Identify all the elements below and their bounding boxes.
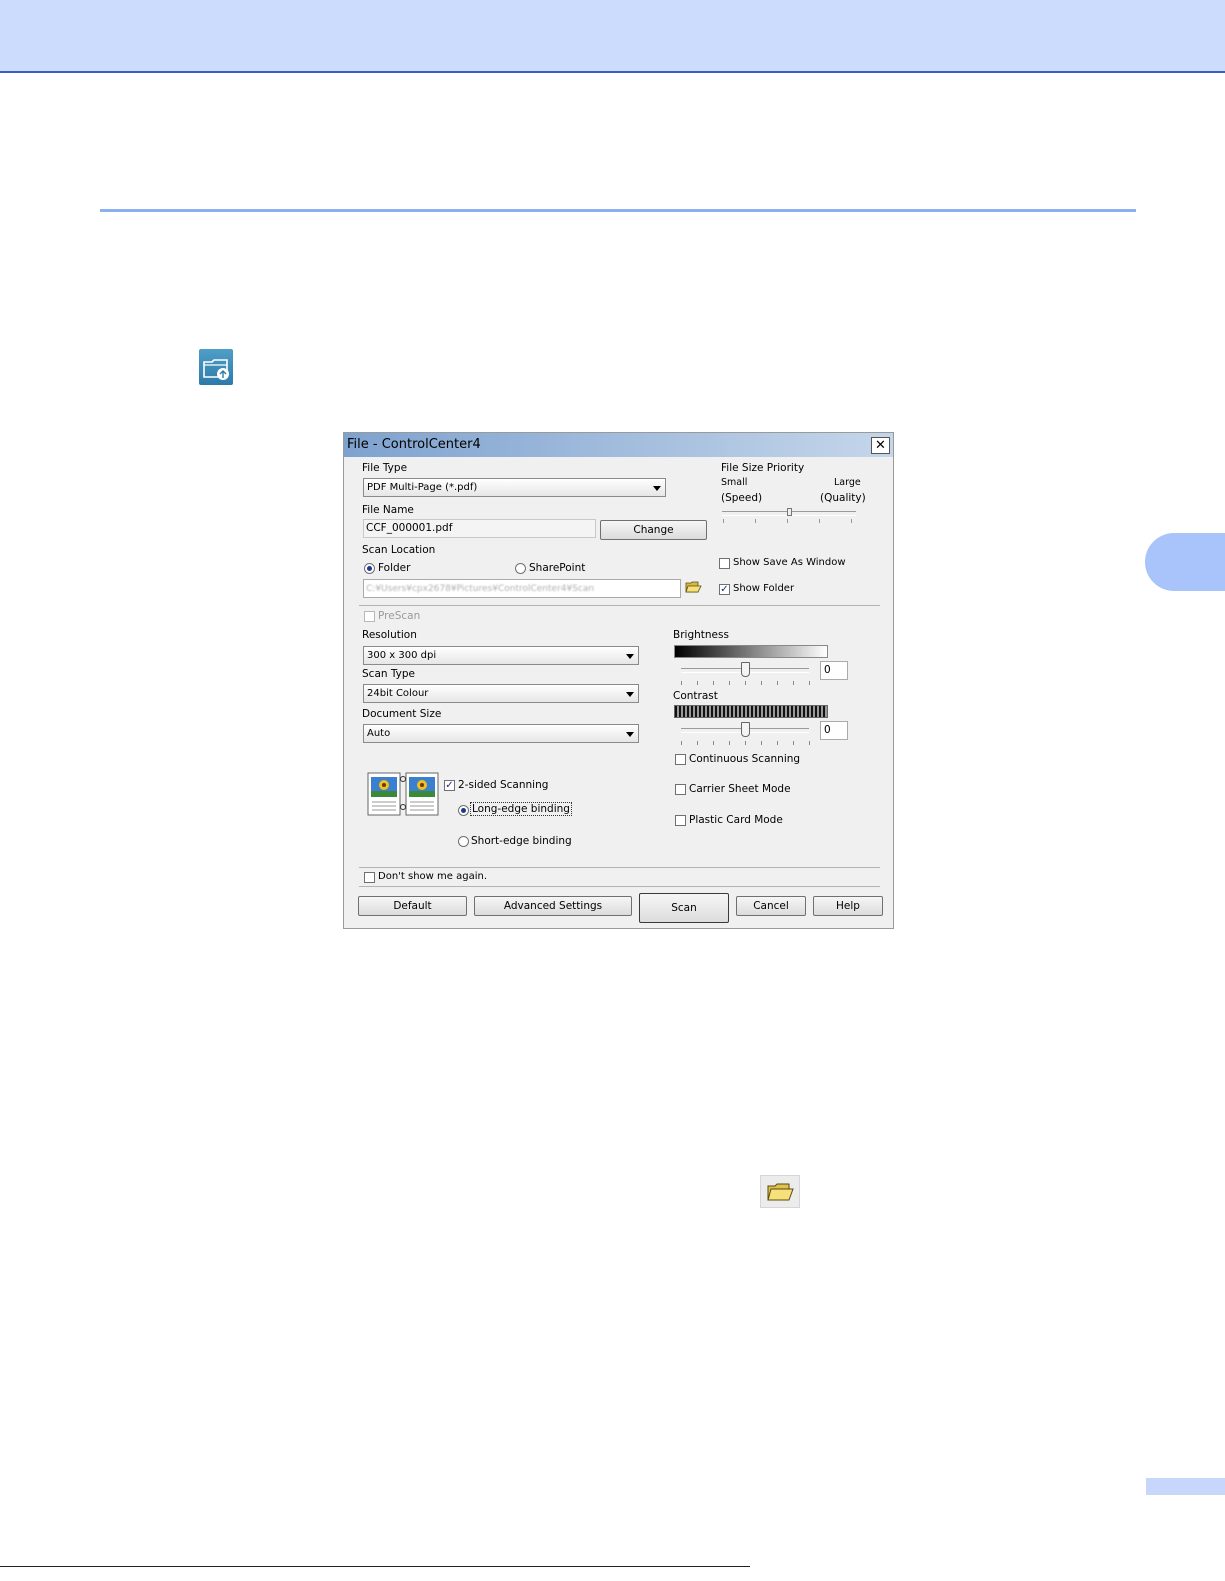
page-header-band	[0, 0, 1225, 73]
short-edge-binding-label: Short-edge binding	[471, 835, 572, 847]
brightness-value: 0	[824, 664, 831, 676]
scan-location-label: Scan Location	[362, 544, 436, 556]
change-button[interactable]: Change	[600, 520, 707, 540]
document-size-value: Auto	[367, 728, 391, 739]
section-rule	[100, 209, 1136, 212]
folder-radio[interactable]	[364, 563, 375, 574]
scan-type-label: Scan Type	[362, 668, 415, 680]
short-edge-binding-radio[interactable]	[458, 836, 469, 847]
file-controlcenter4-dialog: File - ControlCenter4 ✕ File Type PDF Mu…	[343, 432, 894, 929]
close-button[interactable]: ✕	[871, 437, 890, 454]
scan-type-select[interactable]: 24bit Colour	[363, 684, 639, 703]
file-size-slider-ticks	[723, 519, 857, 523]
two-sided-binding-illustration	[367, 771, 439, 817]
file-size-small-label: Small	[721, 477, 748, 488]
contrast-slider-thumb[interactable]	[741, 722, 750, 737]
default-button[interactable]: Default	[358, 896, 467, 916]
resolution-value: 300 x 300 dpi	[367, 650, 437, 661]
contrast-pattern	[674, 705, 828, 718]
scan-location-path-value: C:¥Users¥cpx2678¥Pictures¥ControlCenter4…	[366, 584, 595, 594]
chevron-down-icon	[626, 654, 634, 659]
dont-show-again-label: Don't show me again.	[378, 871, 487, 882]
sharepoint-radio[interactable]	[515, 563, 526, 574]
contrast-label: Contrast	[673, 690, 718, 702]
prescan-checkbox[interactable]	[364, 611, 375, 622]
show-folder-label: Show Folder	[733, 583, 795, 594]
section-separator	[359, 605, 880, 606]
chevron-down-icon	[626, 692, 634, 697]
file-type-select[interactable]: PDF Multi-Page (*.pdf)	[363, 478, 666, 497]
plastic-card-mode-label: Plastic Card Mode	[689, 814, 783, 826]
brightness-gradient	[674, 645, 828, 658]
brightness-slider-ticks	[681, 681, 810, 685]
long-edge-binding-radio[interactable]	[458, 805, 469, 816]
cancel-button[interactable]: Cancel	[736, 896, 806, 916]
browse-folder-icon[interactable]	[685, 580, 702, 595]
contrast-value-field[interactable]: 0	[820, 721, 848, 740]
resolution-label: Resolution	[362, 629, 417, 641]
footer-separator-top	[359, 867, 880, 868]
contrast-value: 0	[824, 724, 831, 736]
file-size-priority-label: File Size Priority	[721, 462, 805, 474]
advanced-settings-button[interactable]: Advanced Settings	[474, 896, 632, 916]
brightness-value-field[interactable]: 0	[820, 661, 848, 680]
check-icon: ✓	[445, 780, 454, 791]
document-size-select[interactable]: Auto	[363, 724, 639, 743]
brightness-label: Brightness	[673, 629, 729, 641]
document-size-label: Document Size	[362, 708, 442, 720]
carrier-sheet-mode-label: Carrier Sheet Mode	[689, 783, 791, 795]
continuous-scanning-label: Continuous Scanning	[689, 753, 801, 765]
scan-type-value: 24bit Colour	[367, 688, 429, 699]
close-icon: ✕	[875, 438, 886, 453]
file-name-label: File Name	[362, 504, 414, 516]
file-scan-icon	[199, 349, 233, 385]
chapter-tab	[1145, 533, 1225, 591]
footer-separator-bottom	[359, 886, 880, 887]
page-number-tab	[1146, 1478, 1225, 1495]
open-folder-icon	[760, 1175, 800, 1208]
check-icon: ✓	[720, 584, 729, 595]
carrier-sheet-mode-checkbox[interactable]	[675, 784, 686, 795]
file-name-field[interactable]: CCF_000001.pdf	[363, 519, 596, 538]
two-sided-scanning-label: 2-sided Scanning	[458, 779, 549, 791]
contrast-slider-ticks	[681, 741, 810, 745]
dont-show-again-checkbox[interactable]	[364, 872, 375, 883]
show-save-as-window-checkbox[interactable]	[719, 558, 730, 569]
plastic-card-mode-checkbox[interactable]	[675, 815, 686, 826]
show-folder-checkbox[interactable]: ✓	[719, 584, 730, 595]
long-edge-binding-label: Long-edge binding	[470, 802, 572, 816]
dialog-titlebar: File - ControlCenter4 ✕	[344, 433, 893, 457]
chevron-down-icon	[626, 732, 634, 737]
resolution-select[interactable]: 300 x 300 dpi	[363, 646, 639, 665]
file-size-slider-thumb[interactable]	[787, 508, 792, 516]
scan-button[interactable]: Scan	[639, 893, 729, 923]
sharepoint-radio-label: SharePoint	[529, 562, 586, 574]
help-button[interactable]: Help	[813, 896, 883, 916]
file-name-value: CCF_000001.pdf	[366, 522, 453, 534]
two-sided-scanning-checkbox[interactable]: ✓	[444, 780, 455, 791]
folder-radio-label: Folder	[378, 562, 411, 574]
file-type-label: File Type	[362, 462, 408, 474]
show-save-as-window-label: Show Save As Window	[733, 557, 846, 568]
file-size-speed-label: (Speed)	[721, 492, 763, 504]
dialog-title: File - ControlCenter4	[347, 437, 481, 452]
scan-location-path[interactable]: C:¥Users¥cpx2678¥Pictures¥ControlCenter4…	[363, 579, 681, 598]
brightness-slider-thumb[interactable]	[741, 662, 750, 677]
file-size-large-label: Large	[834, 477, 861, 488]
prescan-label: PreScan	[378, 610, 421, 622]
file-size-quality-label: (Quality)	[820, 492, 866, 504]
chevron-down-icon	[653, 486, 661, 491]
footer-rule	[0, 1566, 750, 1567]
continuous-scanning-checkbox[interactable]	[675, 754, 686, 765]
file-type-value: PDF Multi-Page (*.pdf)	[367, 482, 478, 493]
